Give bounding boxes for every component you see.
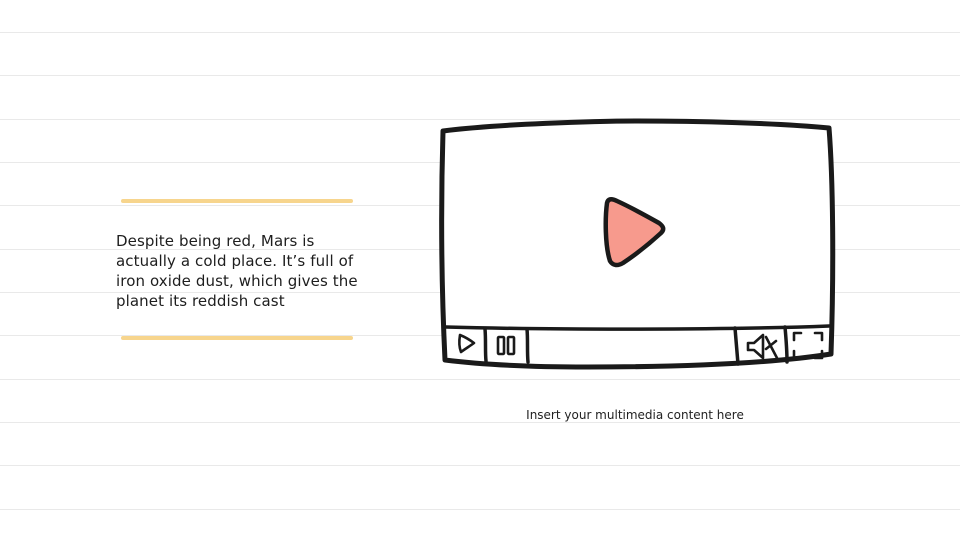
progress-track[interactable]: [533, 332, 731, 360]
ruled-line: [0, 422, 960, 423]
bottom-highlight-bar: [121, 336, 353, 340]
video-player[interactable]: [437, 118, 839, 374]
ruled-line: [0, 75, 960, 76]
body-text: Despite being red, Mars is actually a co…: [116, 232, 358, 310]
ruled-line: [0, 465, 960, 466]
top-highlight-bar: [121, 199, 353, 203]
ruled-line: [0, 32, 960, 33]
ruled-line: [0, 379, 960, 380]
multimedia-caption: Insert your multimedia content here: [526, 408, 744, 422]
ruled-line: [0, 509, 960, 510]
